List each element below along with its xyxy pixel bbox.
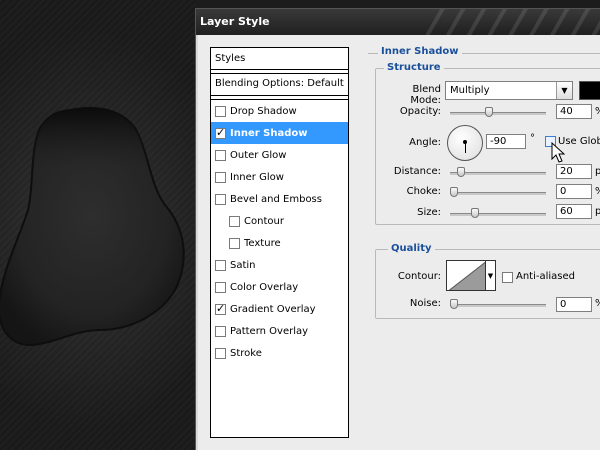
noise-slider-thumb[interactable] xyxy=(450,299,458,309)
style-item-inner-glow[interactable]: Inner Glow xyxy=(211,166,348,188)
size-slider-thumb[interactable] xyxy=(471,208,480,218)
style-item-label: Texture xyxy=(244,237,281,249)
style-item-stroke[interactable]: Stroke xyxy=(211,342,348,364)
size-unit: px xyxy=(595,206,600,217)
canvas-preview xyxy=(0,0,195,450)
style-item-label: Satin xyxy=(230,259,256,271)
style-item-pattern-overlay[interactable]: Pattern Overlay xyxy=(211,320,348,342)
angle-field[interactable]: -90 xyxy=(486,134,526,149)
style-item-label: Stroke xyxy=(230,347,262,359)
noise-label: Noise: xyxy=(409,298,441,309)
style-item-label: Inner Shadow xyxy=(230,127,308,139)
mouse-cursor-icon xyxy=(551,142,565,163)
noise-field[interactable]: 0 xyxy=(556,297,592,312)
style-item-texture[interactable]: Texture xyxy=(211,232,348,254)
style-item-label: Drop Shadow xyxy=(230,105,297,117)
dialog-title: Layer Style xyxy=(200,15,270,28)
contour-label: Contour: xyxy=(397,271,441,282)
style-checkbox[interactable] xyxy=(215,259,226,271)
style-item-label: Color Overlay xyxy=(230,281,299,293)
shadow-color-swatch[interactable] xyxy=(579,81,600,100)
style-item-contour[interactable]: Contour xyxy=(211,210,348,232)
opacity-slider-track[interactable] xyxy=(450,112,546,115)
opacity-unit: % xyxy=(595,106,600,117)
size-label: Size: xyxy=(417,207,441,218)
style-checkbox[interactable] xyxy=(215,347,226,359)
blending-options-item[interactable]: Blending Options: Default xyxy=(211,73,348,96)
titlebar-decoration xyxy=(424,9,600,35)
shape-preview xyxy=(0,106,185,347)
choke-field[interactable]: 0 xyxy=(556,184,592,199)
choke-unit: % xyxy=(595,186,600,197)
noise-slider-track[interactable] xyxy=(450,304,546,307)
layer-style-dialog: Layer Style Styles Blending Options: Def… xyxy=(195,8,600,450)
angle-label: Angle: xyxy=(409,137,441,148)
angle-dial-hand xyxy=(465,141,466,153)
structure-title: Structure xyxy=(384,62,444,73)
distance-field[interactable]: 20 xyxy=(556,164,592,179)
style-checkbox[interactable] xyxy=(229,215,240,227)
section-title-inner-shadow: Inner Shadow xyxy=(378,46,462,57)
dialog-body: Styles Blending Options: Default Drop Sh… xyxy=(196,35,600,450)
style-item-bevel-and-emboss[interactable]: Bevel and Emboss xyxy=(211,188,348,210)
style-item-label: Bevel and Emboss xyxy=(230,193,322,205)
style-item-label: Pattern Overlay xyxy=(230,325,309,337)
contour-preview[interactable] xyxy=(446,260,486,291)
style-checkbox[interactable] xyxy=(215,105,226,117)
style-checkbox[interactable] xyxy=(215,126,226,139)
anti-aliased-label: Anti-aliased xyxy=(516,271,576,282)
blend-mode-value: Multiply xyxy=(450,85,490,96)
style-list: Drop Shadow Inner Shadow Outer Glow Inner G… xyxy=(211,99,348,364)
style-checkbox[interactable] xyxy=(215,193,226,205)
noise-unit: % xyxy=(595,298,600,309)
style-checkbox[interactable] xyxy=(215,171,226,183)
quality-title: Quality xyxy=(388,243,435,254)
contour-curve-icon xyxy=(447,261,485,290)
distance-slider-thumb[interactable] xyxy=(457,167,466,177)
choke-slider-thumb[interactable] xyxy=(450,187,458,197)
anti-aliased-checkbox[interactable] xyxy=(502,272,513,283)
style-checkbox[interactable] xyxy=(215,281,226,293)
size-slider-track[interactable] xyxy=(450,213,546,216)
style-item-satin[interactable]: Satin xyxy=(211,254,348,276)
angle-unit: ° xyxy=(530,133,535,144)
style-checkbox[interactable] xyxy=(215,149,226,161)
style-item-label: Gradient Overlay xyxy=(230,303,316,315)
choke-slider-track[interactable] xyxy=(450,192,546,195)
dialog-titlebar[interactable]: Layer Style xyxy=(196,9,600,35)
style-item-outer-glow[interactable]: Outer Glow xyxy=(211,144,348,166)
style-checkbox[interactable] xyxy=(215,302,226,315)
contour-dropdown-arrow[interactable]: ▼ xyxy=(486,260,496,291)
opacity-label: Opacity: xyxy=(399,106,441,117)
style-checkbox[interactable] xyxy=(229,237,240,249)
style-item-label: Outer Glow xyxy=(230,149,287,161)
style-item-gradient-overlay[interactable]: Gradient Overlay xyxy=(211,298,348,320)
style-item-drop-shadow[interactable]: Drop Shadow xyxy=(211,100,348,122)
distance-unit: px xyxy=(595,166,600,177)
chevron-down-icon: ▼ xyxy=(556,82,572,99)
style-item-color-overlay[interactable]: Color Overlay xyxy=(211,276,348,298)
opacity-field[interactable]: 40 xyxy=(556,104,592,119)
size-field[interactable]: 60 xyxy=(556,204,592,219)
blend-mode-select[interactable]: Multiply ▼ xyxy=(445,81,573,100)
style-item-inner-shadow[interactable]: Inner Shadow xyxy=(211,122,348,144)
style-item-label: Inner Glow xyxy=(230,171,284,183)
opacity-slider-thumb[interactable] xyxy=(485,107,494,117)
blend-mode-label: Blend Mode: xyxy=(410,84,441,106)
styles-header[interactable]: Styles xyxy=(211,48,348,70)
style-checkbox[interactable] xyxy=(215,325,226,337)
angle-dial[interactable] xyxy=(447,125,483,161)
distance-label: Distance: xyxy=(393,166,441,177)
styles-panel: Styles Blending Options: Default Drop Sh… xyxy=(210,47,349,438)
chevron-down-icon: ▼ xyxy=(487,271,494,280)
choke-label: Choke: xyxy=(406,186,441,197)
style-item-label: Contour xyxy=(244,215,284,227)
